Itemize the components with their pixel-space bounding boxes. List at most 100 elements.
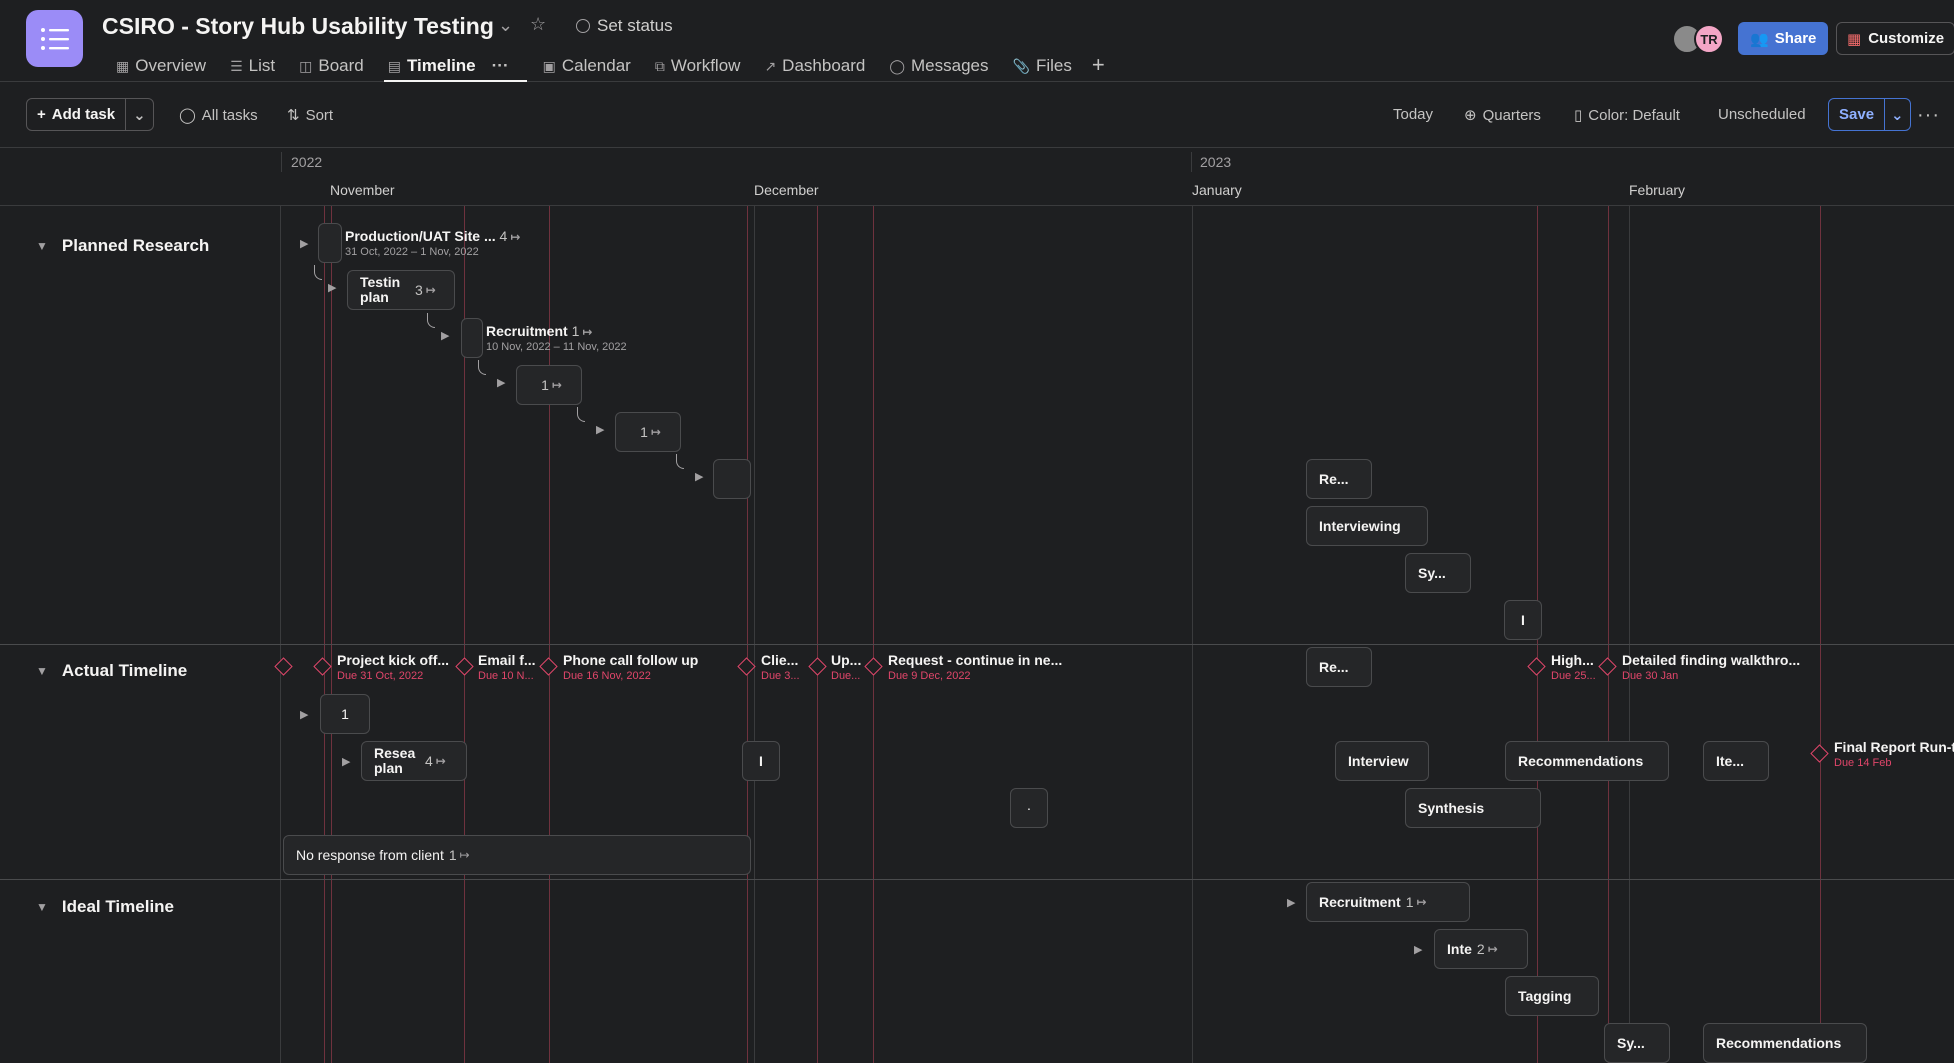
milestone-title[interactable]: Detailed finding walkthro... <box>1622 652 1800 668</box>
expand-caret-icon[interactable]: ▶ <box>300 708 308 721</box>
milestone-marker[interactable] <box>455 657 474 676</box>
add-task-main[interactable]: + Add task <box>27 99 127 130</box>
milestone-title[interactable]: Project kick off... <box>337 652 449 668</box>
milestone-marker[interactable] <box>539 657 558 676</box>
tab-overview[interactable]: ▦ Overview <box>104 52 218 80</box>
milestone-title[interactable]: High... <box>1551 652 1594 668</box>
tab-messages[interactable]: ◯ Messages <box>877 52 1000 80</box>
tab-timeline[interactable]: ▤ Timeline ··· <box>376 52 527 82</box>
task-bar-i[interactable]: I <box>1504 600 1542 640</box>
milestone-marker[interactable] <box>808 657 827 676</box>
milestone-due: Due 9 Dec, 2022 <box>888 670 971 682</box>
set-status-button[interactable]: Set status <box>576 16 673 36</box>
sort-button[interactable]: ⇅ Sort <box>287 106 333 125</box>
expand-caret-icon[interactable]: ▶ <box>1414 943 1422 956</box>
tab-calendar[interactable]: ▣ Calendar <box>531 52 643 80</box>
customize-grid-icon: ▦ <box>1847 30 1862 48</box>
task-bar-recruitment[interactable]: Recruitment 1 ↦ <box>1306 882 1470 922</box>
task-bar-i[interactable]: I <box>742 741 780 781</box>
milestone-title[interactable]: Clie... <box>761 652 798 668</box>
milestone-title[interactable]: Phone call follow up <box>563 652 698 668</box>
tab-files[interactable]: 📎 Files <box>1001 52 1084 80</box>
star-icon[interactable]: ☆ <box>530 14 546 35</box>
task-bar-inter[interactable]: Inte 2 ↦ <box>1434 929 1528 969</box>
task-bar[interactable] <box>318 223 342 263</box>
milestone-title[interactable]: Email f... <box>478 652 536 668</box>
unscheduled-button[interactable]: Unscheduled <box>1718 106 1806 123</box>
task-bar-testing-plan[interactable]: Testin plan 3 ↦ <box>347 270 455 310</box>
milestone-marker[interactable] <box>737 657 756 676</box>
task-bar[interactable]: · <box>1010 788 1048 828</box>
task-bar[interactable]: 1 <box>320 694 370 734</box>
task-bar-sy[interactable]: Sy... <box>1405 553 1471 593</box>
milestone-title[interactable]: Request - continue in ne... <box>888 652 1062 668</box>
share-button[interactable]: 👥 Share <box>1738 22 1829 55</box>
tab-list[interactable]: ☰ List <box>218 52 287 80</box>
expand-caret-icon[interactable]: ▶ <box>596 423 604 436</box>
task-bar-tagging[interactable]: Tagging <box>1505 976 1599 1016</box>
task-bar-sy[interactable]: Sy... <box>1604 1023 1670 1063</box>
section-ideal-timeline[interactable]: ▼ Ideal Timeline <box>36 897 174 917</box>
task-bar-interview[interactable]: Interview <box>1335 741 1429 781</box>
expand-caret-icon[interactable]: ▶ <box>441 329 449 342</box>
task-bar[interactable] <box>461 318 483 358</box>
all-tasks-filter[interactable]: ◯ All tasks <box>179 106 258 125</box>
milestone-marker[interactable] <box>1527 657 1546 676</box>
more-options-icon[interactable]: ··· <box>1917 104 1940 127</box>
section-planned-research[interactable]: ▼ Planned Research <box>36 236 209 256</box>
tab-workflow[interactable]: ⧉ Workflow <box>643 52 753 80</box>
chevron-down-icon[interactable]: ⌄ <box>126 99 153 130</box>
add-task-button[interactable]: + Add task ⌄ <box>26 98 154 131</box>
task-bar-synthesis[interactable]: Synthesis <box>1405 788 1541 828</box>
customize-button[interactable]: ▦ Customize <box>1836 22 1954 55</box>
expand-caret-icon[interactable]: ▶ <box>342 755 350 768</box>
tab-dashboard[interactable]: ↗ Dashboard <box>752 52 877 80</box>
save-main[interactable]: Save <box>1829 99 1886 130</box>
task-bar[interactable]: 1 ↦ <box>516 365 582 405</box>
expand-caret-icon[interactable]: ▶ <box>695 470 703 483</box>
task-title[interactable]: Recruitment 1 ↦ <box>486 323 592 339</box>
task-title[interactable]: Production/UAT Site ... 4 ↦ <box>345 228 520 244</box>
task-bar-no-response[interactable]: No response from client 1 ↦ <box>283 835 751 875</box>
task-name: Re... <box>1319 471 1349 487</box>
task-bar-recommendations[interactable]: Recommendations <box>1703 1023 1867 1063</box>
milestone-marker[interactable] <box>1810 744 1829 763</box>
task-bar-re[interactable]: Re... <box>1306 647 1372 687</box>
task-name: Interviewing <box>1319 518 1401 534</box>
chevron-down-icon[interactable]: ⌄ <box>1885 99 1910 130</box>
member-avatars[interactable]: TR <box>1672 24 1724 54</box>
milestone-marker[interactable] <box>864 657 883 676</box>
milestone-title[interactable]: Up... <box>831 652 861 668</box>
chevron-down-icon[interactable]: ⌄ <box>498 15 513 36</box>
quarters-zoom-button[interactable]: ⊕ Quarters <box>1464 106 1541 125</box>
people-icon: 👥 <box>1750 30 1769 48</box>
today-button[interactable]: Today <box>1393 106 1433 123</box>
project-title[interactable]: CSIRO - Story Hub Usability Testing <box>102 13 494 40</box>
expand-caret-icon[interactable]: ▶ <box>328 281 336 294</box>
expand-caret-icon[interactable]: ▶ <box>1287 896 1295 909</box>
expand-caret-icon[interactable]: ▶ <box>300 237 308 250</box>
task-bar-recommendations[interactable]: Recommendations <box>1505 741 1669 781</box>
tab-more-icon[interactable]: ··· <box>492 56 509 76</box>
project-logo[interactable] <box>26 10 83 67</box>
avatar[interactable]: TR <box>1694 24 1724 54</box>
add-tab-button[interactable]: + <box>1084 52 1113 82</box>
tab-board[interactable]: ◫ Board <box>287 52 376 80</box>
task-bar-re[interactable]: Re... <box>1306 459 1372 499</box>
caret-down-icon[interactable]: ▼ <box>36 239 48 253</box>
milestone-marker[interactable] <box>1598 657 1617 676</box>
task-bar-research-plan[interactable]: Resea plan 4 ↦ <box>361 741 467 781</box>
caret-down-icon[interactable]: ▼ <box>36 900 48 914</box>
task-bar[interactable]: 1 ↦ <box>615 412 681 452</box>
save-button[interactable]: Save ⌄ <box>1828 98 1911 131</box>
task-bar[interactable] <box>713 459 751 499</box>
task-bar-interviewing[interactable]: Interviewing <box>1306 506 1428 546</box>
expand-caret-icon[interactable]: ▶ <box>497 376 505 389</box>
milestone-title[interactable]: Final Report Run-t <box>1834 739 1954 755</box>
color-button[interactable]: ▯ Color: Default <box>1574 106 1680 125</box>
milestone-marker[interactable] <box>313 657 332 676</box>
caret-down-icon[interactable]: ▼ <box>36 664 48 678</box>
subtask-count: 4 <box>425 752 433 769</box>
task-bar-ite[interactable]: Ite... <box>1703 741 1769 781</box>
section-actual-timeline[interactable]: ▼ Actual Timeline <box>36 661 187 681</box>
